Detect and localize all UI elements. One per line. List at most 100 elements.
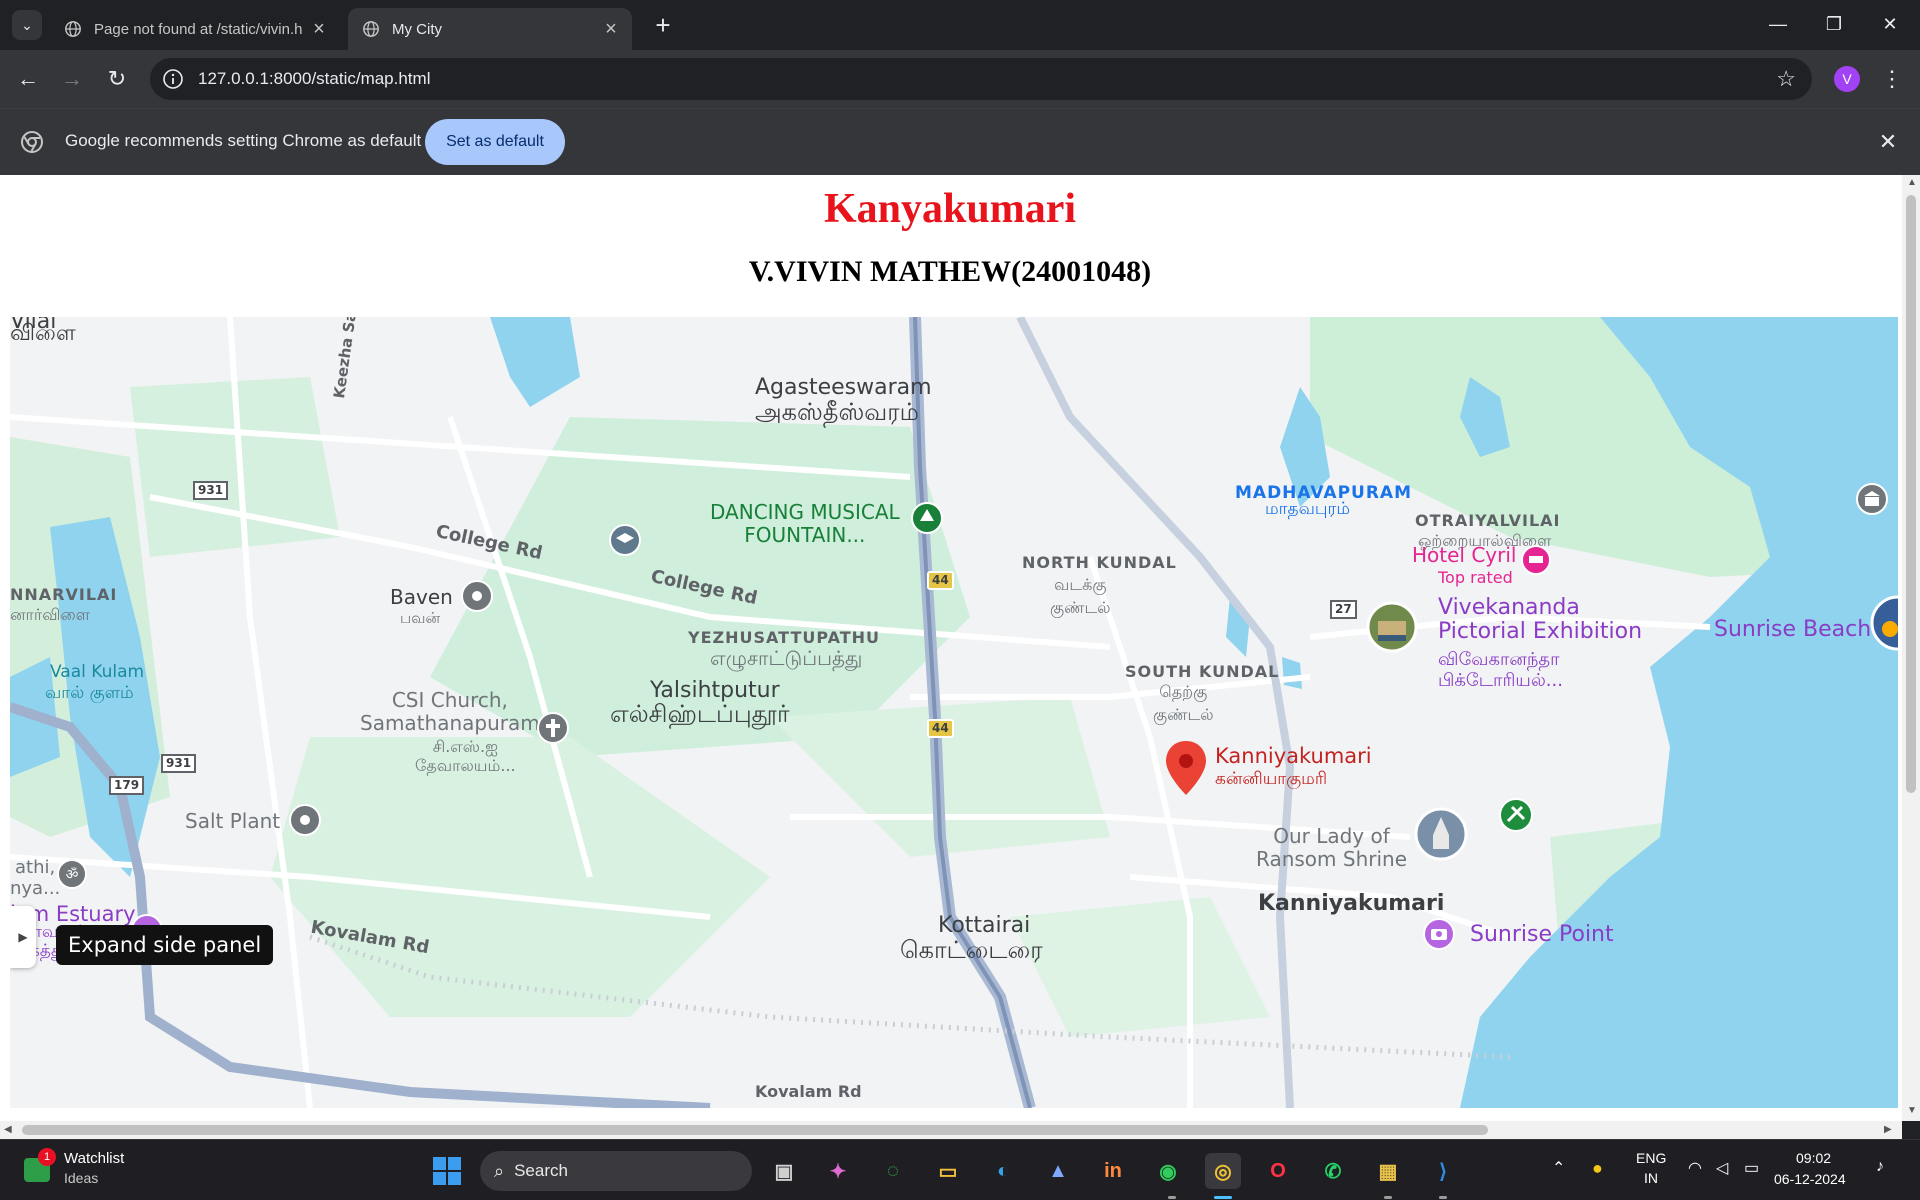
restore-button[interactable]: ❐ <box>1814 8 1854 40</box>
copilot-icon[interactable]: ✦ <box>820 1153 856 1189</box>
expand-side-panel-button[interactable]: ▶ <box>10 906 36 968</box>
infobar-message: Google recommends setting Chrome as defa… <box>65 131 422 150</box>
map-label-narvilai-ta: னார்விளை <box>10 605 91 624</box>
gallery-photo-pin[interactable] <box>1366 601 1418 653</box>
address-bar[interactable]: 127.0.0.1:8000/static/map.html ☆ <box>150 58 1812 100</box>
close-window-button[interactable]: ✕ <box>1870 8 1910 40</box>
windows-start-icon[interactable] <box>432 1156 462 1186</box>
close-tab-icon[interactable]: × <box>306 16 332 42</box>
whatsapp-icon[interactable]: ✆ <box>1315 1153 1351 1189</box>
scroll-up-icon[interactable]: ▲ <box>1907 177 1917 188</box>
menu-icon[interactable]: ⋮ <box>1880 62 1904 96</box>
site-info-icon[interactable] <box>162 68 184 90</box>
map-label-baven-ta: பவன் <box>400 609 441 627</box>
close-tab-icon[interactable]: × <box>598 16 624 42</box>
green-app-icon[interactable]: ◉ <box>1150 1153 1186 1189</box>
edge-icon[interactable]: ◐ <box>985 1153 1021 1189</box>
map-label-vilai-ta: விளை <box>10 321 76 346</box>
map-label-kanniyakumari-pin-ta: கன்னியாகுமரி <box>1215 769 1328 789</box>
page-content: Kanyakumari V.VIVIN MATHEW(24001048) 931… <box>0 175 1920 1121</box>
page-subtitle: V.VIVIN MATHEW(24001048) <box>748 255 1152 288</box>
close-infobar-icon[interactable]: ✕ <box>1874 128 1902 156</box>
notification-badge: 1 <box>38 1148 56 1166</box>
shrine-photo-pin[interactable] <box>1414 807 1468 861</box>
tab-my-city[interactable]: My City × <box>348 8 632 50</box>
place-pin-icon[interactable] <box>288 803 322 837</box>
minimize-button[interactable]: — <box>1758 8 1798 40</box>
tab-page-not-found[interactable]: Page not found at /static/vivin.h × <box>50 8 340 50</box>
file-explorer-icon[interactable]: ▭ <box>930 1153 966 1189</box>
search-placeholder: Search <box>514 1161 568 1180</box>
map-label-sunrise-point: Sunrise Point <box>1470 922 1614 947</box>
globe-icon <box>363 21 379 37</box>
scroll-right-icon[interactable]: ▶ <box>1884 1124 1892 1135</box>
clock-date[interactable]: 06-12-2024 <box>1774 1171 1846 1187</box>
new-tab-button[interactable]: + <box>648 10 678 40</box>
arc-app-icon[interactable]: ▲ <box>1040 1153 1076 1189</box>
temple-pin-icon[interactable]: ॐ <box>56 858 88 890</box>
scrollbar-thumb[interactable] <box>22 1125 1488 1135</box>
wifi-icon[interactable]: ◠ <box>1688 1158 1702 1178</box>
refresh-app-icon[interactable]: ◌ <box>875 1153 911 1189</box>
clock-time[interactable]: 09:02 <box>1796 1150 1831 1166</box>
map-label-vaal-kulam-ta: வால் குளம் <box>45 683 134 703</box>
vscode-icon[interactable]: ⟩ <box>1425 1153 1461 1189</box>
opera-icon[interactable]: O <box>1260 1153 1296 1189</box>
region-indicator[interactable]: IN <box>1644 1170 1658 1186</box>
in-app-icon[interactable]: in <box>1095 1153 1131 1189</box>
park-pin-icon[interactable] <box>910 501 944 535</box>
place-pin-icon[interactable] <box>460 579 494 613</box>
bookmark-star-icon[interactable]: ☆ <box>1776 66 1796 92</box>
church-pin-icon[interactable] <box>536 711 570 745</box>
watchlist-title[interactable]: Watchlist <box>64 1150 124 1167</box>
sunrise-beach-photo-pin[interactable] <box>1868 595 1898 651</box>
tab-title: Page not found at /static/vivin.h <box>94 20 303 38</box>
store-icon[interactable]: ▦ <box>1370 1153 1406 1189</box>
taskbar-search[interactable]: ⌕ Search <box>480 1151 752 1191</box>
camera-pin-icon[interactable] <box>1422 917 1456 951</box>
map-label-dancing-fountain: DANCING MUSICAL FOUNTAIN... <box>710 500 900 547</box>
url-text[interactable]: 127.0.0.1:8000/static/map.html <box>198 69 1776 89</box>
default-browser-infobar: Google recommends setting Chrome as defa… <box>0 108 1920 175</box>
vertical-scrollbar[interactable]: ▲ ▼ <box>1902 175 1920 1121</box>
road-shield: 44 <box>927 571 954 590</box>
scroll-left-icon[interactable]: ◀ <box>4 1124 12 1135</box>
map-label-yezhusattupathu-ta: எழுசாட்டுப்பத்து <box>710 646 863 670</box>
globe-icon <box>65 21 81 37</box>
scrollbar-thumb[interactable] <box>1906 195 1916 793</box>
activity-pin-icon[interactable] <box>1498 797 1534 833</box>
tab-title: My City <box>392 20 442 38</box>
profile-avatar[interactable]: V <box>1834 66 1860 92</box>
scroll-down-icon[interactable]: ▼ <box>1907 1105 1917 1116</box>
back-button[interactable]: ← <box>12 63 44 95</box>
road-shield: 179 <box>109 776 145 795</box>
chevron-down-icon: ⌄ <box>21 16 33 33</box>
map-base <box>10 317 1898 1108</box>
location-marker-icon[interactable] <box>1164 739 1208 797</box>
hotel-pin-icon[interactable] <box>1520 544 1552 576</box>
road-shield: 931 <box>193 481 229 500</box>
forward-button[interactable]: → <box>56 63 88 95</box>
reload-button[interactable]: ↻ <box>101 63 133 95</box>
horizontal-scrollbar[interactable]: ◀ ▶ <box>0 1121 1902 1139</box>
map-label-yezhusattupathu: YEZHUSATTUPATHU <box>688 628 881 647</box>
map-label-south-kundal-ta: தெற்கு குண்டல் <box>1153 682 1214 724</box>
svg-text:ॐ: ॐ <box>66 867 79 883</box>
task-view-icon[interactable]: ▣ <box>766 1153 802 1189</box>
volume-icon[interactable]: ◁ <box>1716 1158 1728 1178</box>
battery-icon[interactable]: ▭ <box>1744 1158 1759 1178</box>
school-pin-icon[interactable] <box>608 523 642 557</box>
language-indicator[interactable]: ENG <box>1636 1150 1666 1166</box>
map-label-hotel-cyril-sub: Top rated <box>1438 568 1513 587</box>
tab-search-button[interactable]: ⌄ <box>12 10 42 40</box>
tooltip: Expand side panel <box>56 925 274 965</box>
museum-pin-icon[interactable] <box>1855 482 1889 516</box>
embedded-map[interactable]: 931 44 44 27 931 179 Vilai விளை Agastees… <box>10 317 1898 1108</box>
chrome-taskbar-icon[interactable]: ◎ <box>1205 1153 1241 1189</box>
notification-bell-icon[interactable]: ♪ <box>1876 1158 1884 1176</box>
chevron-up-icon[interactable]: ⌃ <box>1552 1158 1565 1178</box>
tray-app-icon[interactable]: ● <box>1592 1158 1603 1179</box>
set-as-default-button[interactable]: Set as default <box>425 119 565 165</box>
road-shield: 27 <box>1330 600 1357 619</box>
map-label-sunrise-beach: Sunrise Beach <box>1714 617 1872 642</box>
